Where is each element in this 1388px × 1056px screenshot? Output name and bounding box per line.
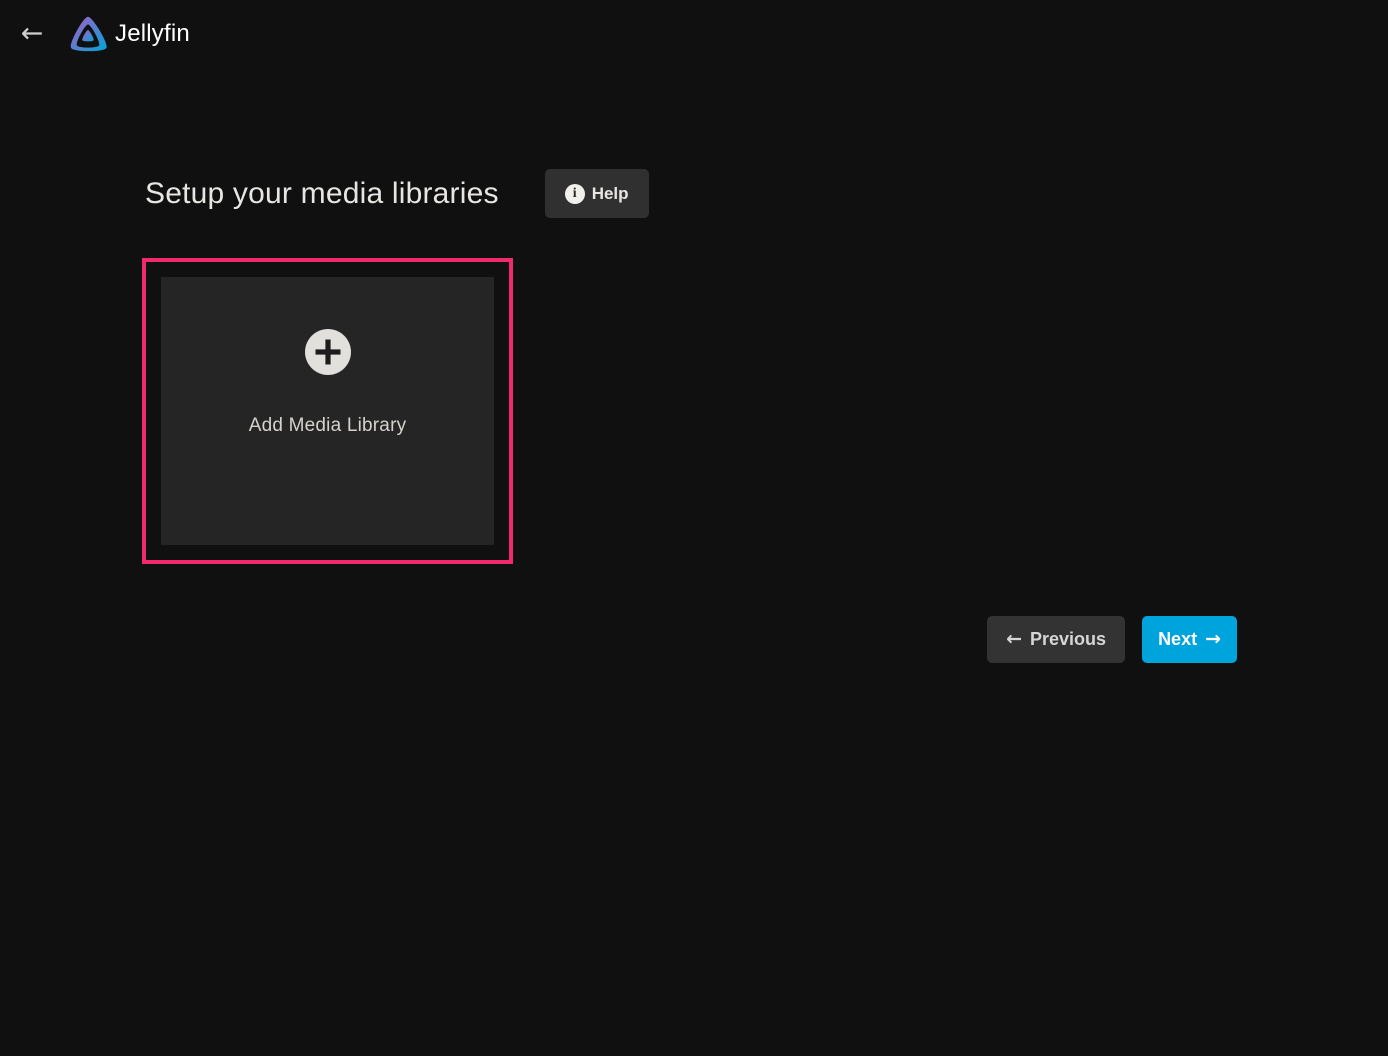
next-button[interactable]: Next → [1142,616,1237,663]
previous-button[interactable]: ← Previous [987,616,1125,663]
arrow-left-icon: ← [1006,630,1022,649]
arrow-right-icon: → [1205,630,1221,649]
help-button[interactable]: i Help [545,169,649,218]
add-media-library-card[interactable]: Add Media Library [161,277,494,545]
arrow-left-icon: ← [21,18,44,49]
jellyfin-logo-icon [69,15,107,53]
wizard-nav-row: ← Previous Next → [145,616,1237,663]
library-card-section: Add Media Library [145,277,1237,545]
add-media-library-label: Add Media Library [249,415,407,437]
plus-icon [305,329,351,375]
help-button-label: Help [592,184,629,204]
heading-row: Setup your media libraries i Help [145,169,1237,218]
page-title: Setup your media libraries [145,177,499,211]
back-button[interactable]: ← [10,12,54,56]
jellyfin-setup-wizard-screen: ← Jellyfin Setup your media libraries i [0,0,1388,1056]
info-icon: i [565,184,585,204]
app-title: Jellyfin [115,20,190,48]
previous-button-label: Previous [1030,629,1106,650]
app-header: ← Jellyfin [0,0,1388,68]
next-button-label: Next [1158,629,1197,650]
wizard-content: Setup your media libraries i Help Add Me… [145,68,1237,663]
